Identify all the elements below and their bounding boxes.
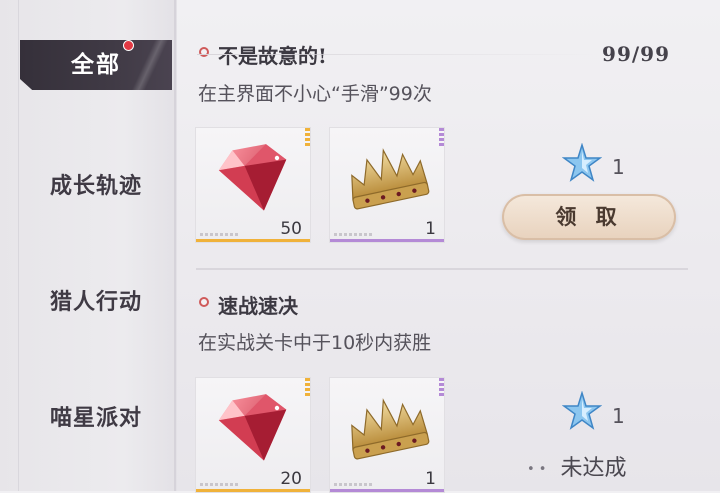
gem-icon — [218, 144, 287, 211]
quest-title: 速战速决 — [218, 294, 298, 318]
reward-count: 50 — [280, 219, 302, 239]
gem-icon — [218, 394, 287, 461]
reward-card-crown[interactable]: 1 — [329, 127, 445, 243]
quest-divider — [196, 268, 688, 270]
title-underline — [197, 54, 599, 55]
dots-icon: • • — [527, 461, 547, 477]
crown-icon — [351, 148, 430, 210]
card-tag — [200, 233, 240, 236]
sidebar-guide-line — [18, 0, 19, 491]
notification-dot — [123, 40, 134, 51]
reward-count: 1 — [425, 219, 436, 239]
tab-all-label: 全部 — [71, 51, 121, 78]
tab-growth-path[interactable]: 成长轨迹 — [20, 168, 172, 200]
card-tag — [334, 483, 374, 486]
bullet-icon — [199, 297, 209, 307]
card-tag — [200, 483, 240, 486]
rarity-marker — [305, 378, 310, 398]
star-icon — [562, 143, 602, 182]
crown-icon — [351, 398, 430, 460]
star-points: 1 — [612, 404, 625, 428]
rarity-bar — [196, 239, 310, 242]
reward-card-crown[interactable]: 1 — [329, 377, 445, 493]
bullet-icon — [199, 47, 209, 57]
tab-all[interactable]: 全部 — [20, 40, 172, 90]
reward-card-gem[interactable]: 50 — [195, 127, 311, 243]
rarity-marker — [439, 128, 444, 148]
rarity-bar — [330, 239, 444, 242]
quest-description: 在实战关卡中于10秒内获胜 — [198, 332, 432, 354]
rarity-marker — [305, 128, 310, 148]
claim-button[interactable]: 领 取 — [502, 194, 676, 240]
reward-card-gem[interactable]: 20 — [195, 377, 311, 493]
status-label: 未达成 — [560, 456, 627, 481]
quest-progress: 99/99 — [602, 42, 670, 66]
star-points: 1 — [612, 155, 625, 179]
rarity-marker — [439, 378, 444, 398]
status-not-achieved: • • 未达成 — [527, 450, 626, 482]
star-icon — [562, 391, 602, 430]
quest-description: 在主界面不小心“手滑”99次 — [198, 83, 432, 105]
card-tag — [334, 233, 374, 236]
tab-hunter-action[interactable]: 猎人行动 — [20, 284, 172, 316]
reward-count: 20 — [280, 469, 302, 489]
sidebar-edge — [174, 0, 176, 491]
reward-count: 1 — [425, 469, 436, 489]
tab-cat-party[interactable]: 喵星派对 — [20, 400, 172, 432]
